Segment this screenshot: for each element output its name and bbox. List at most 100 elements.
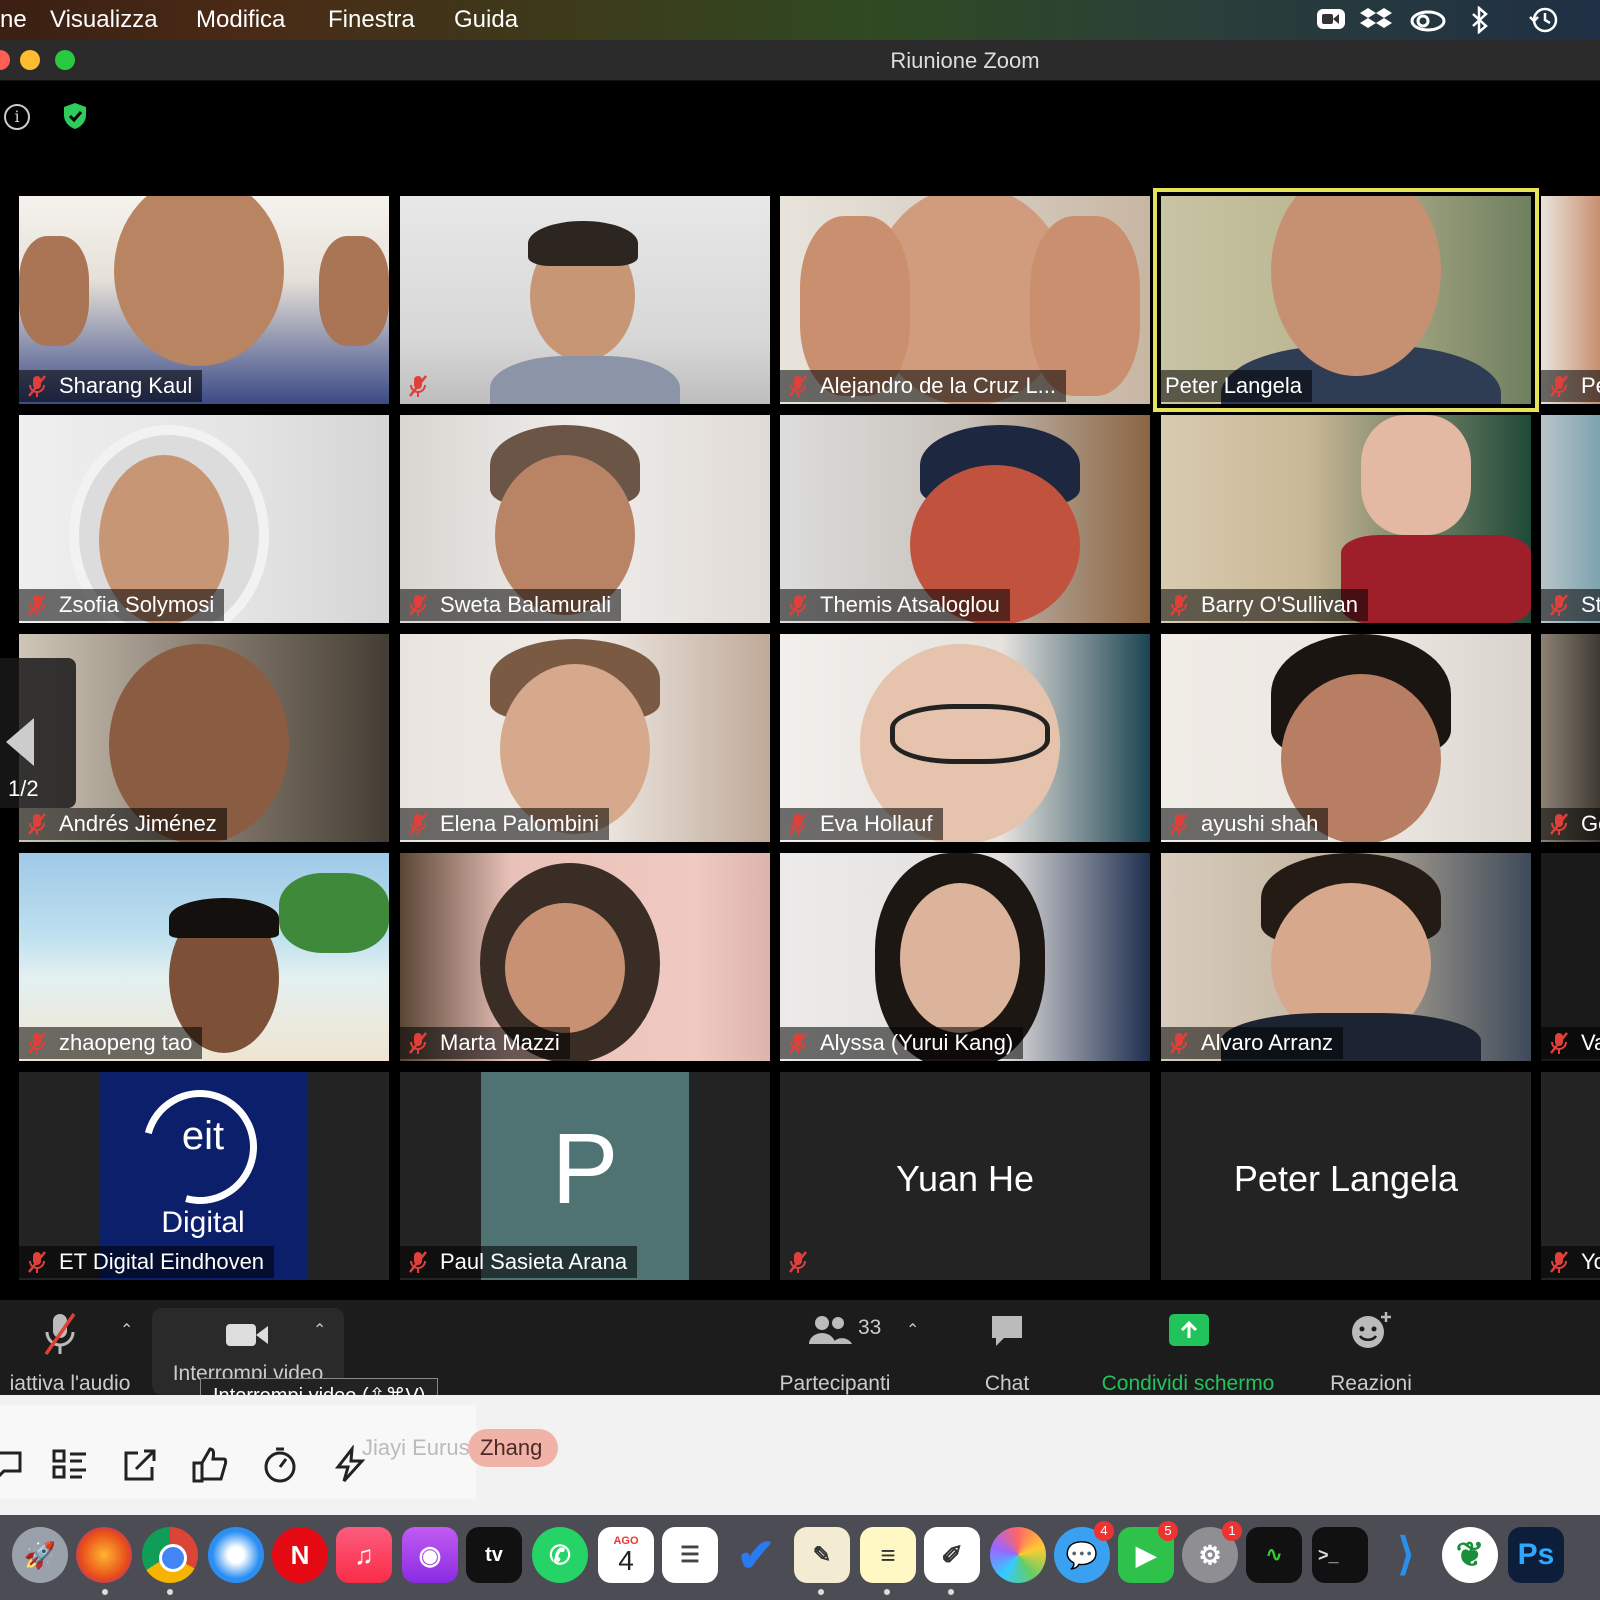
tasks-check-icon[interactable]: ✔ [728,1527,784,1583]
video-tile[interactable] [400,196,770,404]
video-tile[interactable]: P Paul Sasieta Arana [400,1072,770,1280]
bluetooth-icon[interactable] [1470,5,1490,41]
video-options-chevron-icon[interactable]: ⌃ [313,1320,326,1340]
podcasts-icon[interactable]: ◉ [402,1527,458,1583]
participant-name-label: Marta Mazzi [400,1027,570,1059]
participants-button[interactable]: 33 Partecipanti [760,1310,910,1395]
participant-name-label: Ge [1541,808,1600,840]
audio-options-chevron-icon[interactable]: ⌃ [120,1320,133,1340]
dropbox-icon[interactable] [1360,6,1392,41]
chat-button[interactable]: Chat [950,1310,1064,1395]
video-tile[interactable]: Sweta Balamurali [400,415,770,623]
video-tile[interactable]: Yo [1541,1072,1600,1280]
muted-mic-icon [784,810,812,838]
video-tile[interactable]: eit Digital ET Digital Eindhoven [19,1072,389,1280]
list-layout-icon[interactable] [50,1445,90,1485]
video-tile[interactable]: Alvaro Arranz [1161,853,1531,1061]
share-screen-icon [1169,1314,1209,1346]
video-tile[interactable]: Elena Palombini [400,634,770,842]
muted-mic-icon [1165,1029,1193,1057]
participant-name-label: Ste [1541,589,1600,621]
facetime-icon[interactable]: ▶ 5 [1118,1521,1178,1583]
video-tile[interactable]: Yuan He [780,1072,1150,1280]
timer-icon[interactable] [260,1445,300,1485]
video-tile[interactable]: Pe [1541,196,1600,404]
video-tile-active-speaker[interactable]: Peter Langela [1153,188,1539,412]
calendar-icon[interactable]: AGO 4 [598,1527,654,1583]
participant-name-label: Yo [1541,1246,1600,1278]
muted-mic-icon [404,810,432,838]
apple-tv-icon[interactable]: tv [466,1527,522,1583]
video-tile[interactable]: Alyssa (Yurui Kang) [780,853,1150,1061]
macos-dock: 🚀 N ♫ ◉ tv ✆ AGO 4 ☰ ✔ ✎ ≡ ✐ 💬 4 ▶ 5 ⚙ 1… [0,1515,1600,1600]
participants-options-chevron-icon[interactable]: ⌃ [906,1320,919,1340]
mute-audio-button[interactable]: iattiva l'audio [0,1310,140,1395]
system-preferences-icon[interactable]: ⚙ 1 [1182,1521,1242,1583]
music-icon[interactable]: ♫ [336,1527,392,1583]
video-tile[interactable]: Ste [1541,415,1600,623]
notes-icon[interactable]: ≡ [860,1527,916,1583]
reactions-button[interactable]: Reazioni [1316,1310,1426,1395]
menu-item-edit[interactable]: Modifica [196,6,285,34]
muted-mic-icon [784,1248,812,1276]
user-name-pill[interactable]: Zhang [468,1429,559,1467]
menu-item-view[interactable]: Visualizza [50,6,158,34]
video-tile[interactable]: Marta Mazzi [400,853,770,1061]
meeting-info-icon[interactable]: i [4,104,30,130]
participant-name-label: Sweta Balamurali [400,589,622,621]
firefox-icon[interactable] [76,1527,132,1583]
mongodb-icon[interactable]: ❦ [1442,1527,1498,1583]
muted-mic-icon [1165,591,1193,619]
video-tile[interactable]: Va [1541,853,1600,1061]
video-camera-icon [226,1324,268,1346]
muted-mic-icon [1545,1248,1573,1276]
video-tile[interactable]: zhaopeng tao [19,853,389,1061]
video-tile[interactable]: Peter Langela [1161,1072,1531,1280]
menu-bar: ne Visualizza Modifica Finestra Guida [0,0,1600,40]
netflix-icon[interactable]: N [272,1527,328,1583]
video-tile[interactable]: Sharang Kaul [19,196,389,404]
export-icon[interactable] [120,1445,160,1485]
safari-icon[interactable] [208,1527,264,1583]
mindnode-icon[interactable]: ✎ [794,1527,850,1583]
comment-icon[interactable] [0,1445,30,1485]
vscode-icon[interactable]: ⟩ [1378,1527,1434,1583]
video-tile[interactable]: ayushi shah [1161,634,1531,842]
participant-name-label: Sharang Kaul [19,370,203,402]
menu-item-help[interactable]: Guida [454,6,518,34]
messages-icon[interactable]: 💬 4 [1054,1521,1114,1583]
activity-monitor-icon[interactable]: ∿ [1246,1527,1302,1583]
video-tile[interactable]: Alejandro de la Cruz L... [780,196,1150,404]
whatsapp-icon[interactable]: ✆ [532,1527,588,1583]
launchpad-icon[interactable]: 🚀 [12,1527,68,1583]
video-tile[interactable]: Barry O'Sullivan [1161,415,1531,623]
terminal-icon[interactable]: >_ [1312,1527,1368,1583]
video-tile[interactable]: Ge [1541,634,1600,842]
photos-icon[interactable] [990,1527,1046,1583]
textedit-icon[interactable]: ✐ [924,1527,980,1583]
muted-mic-icon [23,591,51,619]
photoshop-icon[interactable]: Ps [1508,1527,1564,1583]
share-screen-button[interactable]: Condividi schermo [1090,1310,1286,1395]
chrome-icon[interactable] [142,1527,198,1583]
previous-page-arrow-icon[interactable] [6,718,34,766]
creative-cloud-icon[interactable] [1410,6,1446,39]
participant-name-label: Alyssa (Yurui Kang) [780,1027,1024,1059]
video-tile[interactable]: Eva Hollauf [780,634,1150,842]
time-machine-icon[interactable] [1528,6,1560,41]
encryption-shield-icon[interactable] [62,102,88,130]
participant-name-label: zhaopeng tao [19,1027,203,1059]
participant-name-label: Paul Sasieta Arana [400,1246,638,1278]
muted-mic-icon [1545,372,1573,400]
participant-name-label: Elena Palombini [400,808,609,840]
menu-item-app[interactable]: ne [0,6,27,34]
chat-bubble-icon [992,1316,1022,1346]
video-tile[interactable]: Themis Atsaloglou [780,415,1150,623]
video-tile[interactable]: Zsofia Solymosi [19,415,389,623]
thumbs-up-icon[interactable] [190,1445,230,1485]
reminders-icon[interactable]: ☰ [662,1527,718,1583]
participant-name-center: Yuan He [895,1158,1035,1199]
zoom-status-icon[interactable] [1316,6,1346,39]
menu-item-window[interactable]: Finestra [328,6,415,34]
participant-name-label: Pe [1541,370,1600,402]
